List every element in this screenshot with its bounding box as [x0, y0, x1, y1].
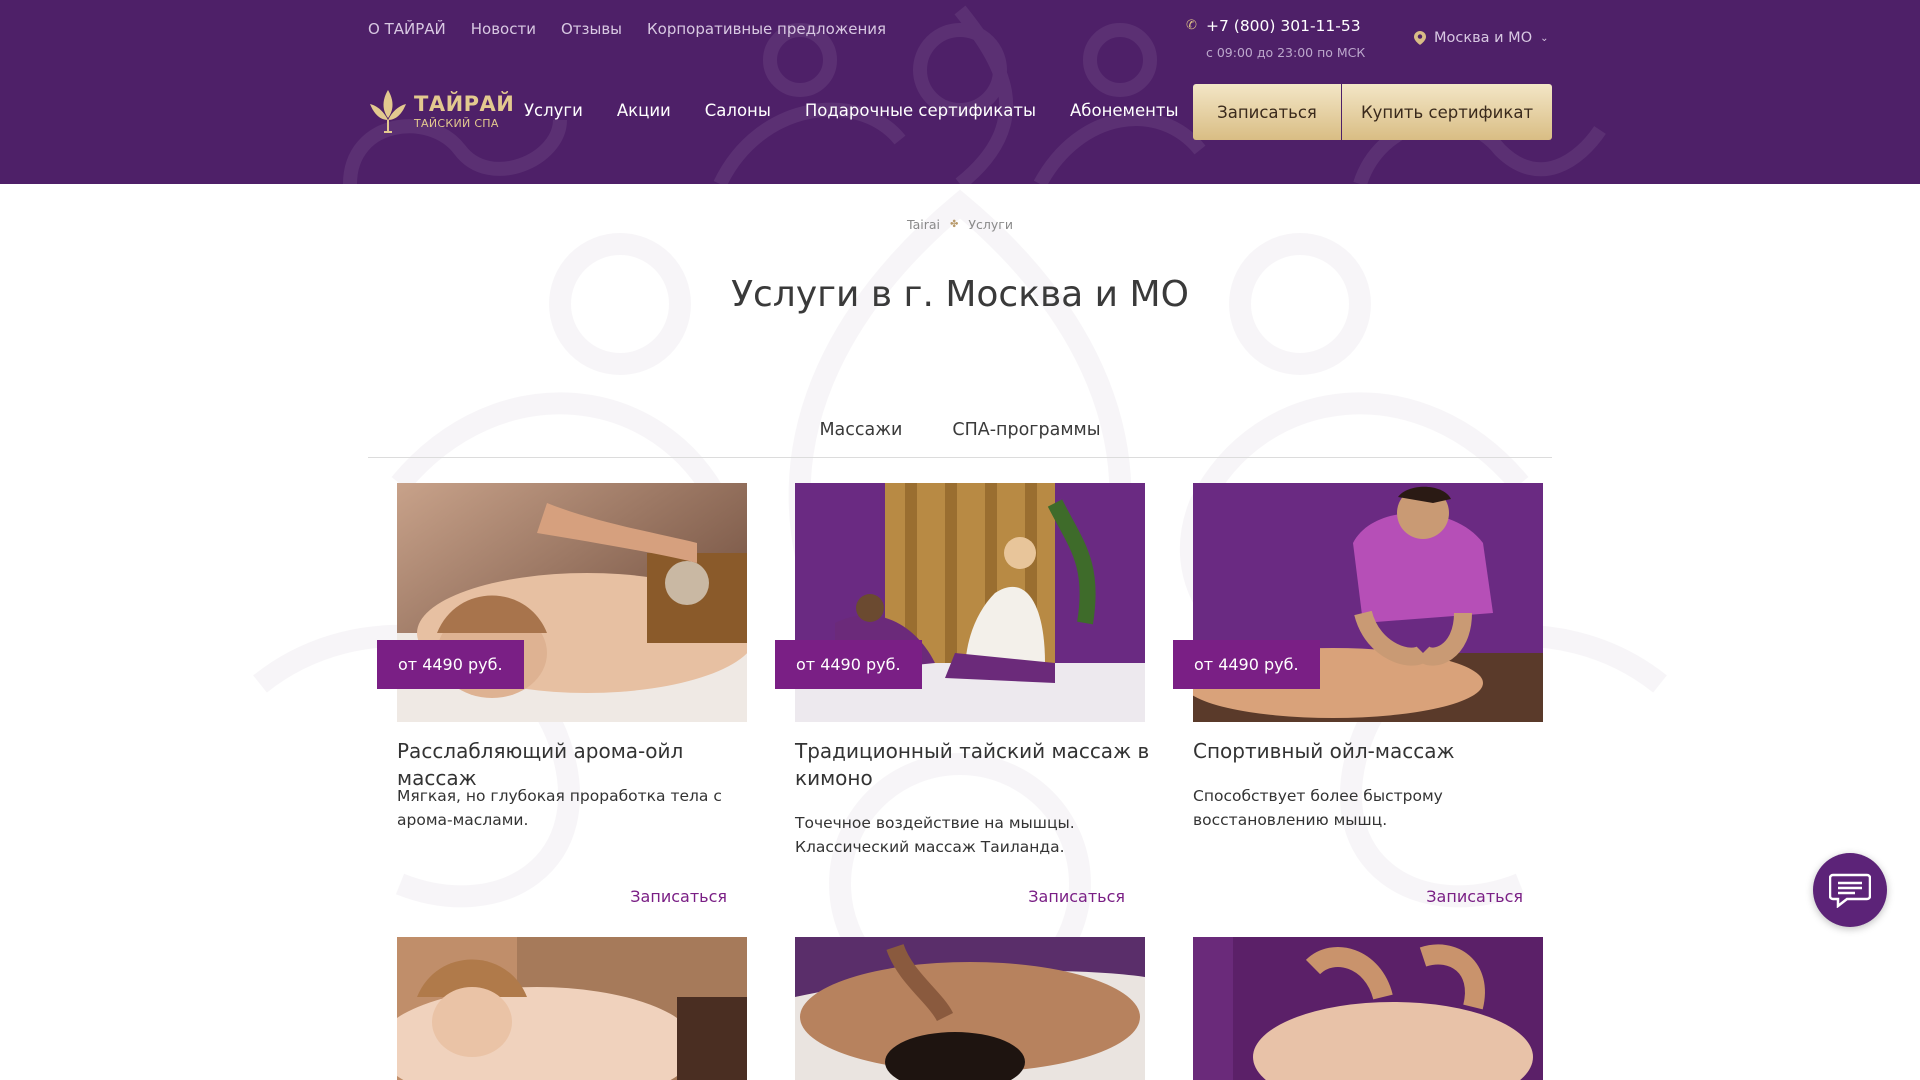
tab-spa-programs[interactable]: СПА-программы — [952, 418, 1100, 457]
top-link-news[interactable]: Новости — [471, 20, 536, 38]
service-image[interactable] — [397, 937, 747, 1080]
breadcrumb-current: Услуги — [968, 217, 1013, 232]
logo-subtitle: ТАЙСКИЙ СПА — [414, 116, 499, 130]
top-link-about[interactable]: О ТАЙРАЙ — [368, 20, 446, 38]
category-tabs: Массажи СПА-программы — [368, 418, 1552, 458]
service-title[interactable]: Спортивный ойл-массаж — [1193, 738, 1553, 765]
nav-promotions[interactable]: Акции — [617, 101, 671, 120]
book-service-link[interactable]: Записаться — [1028, 887, 1125, 906]
massage-photo — [397, 937, 747, 1080]
phone-icon: ✆ — [1186, 18, 1197, 33]
chevron-down-icon: ⌄ — [1540, 32, 1549, 44]
city-selector[interactable]: Москва и МО ⌄ — [1414, 30, 1549, 46]
breadcrumb: Tairai ✤ Услуги — [0, 217, 1920, 232]
price-badge: от 4490 руб. — [775, 640, 922, 689]
location-pin-icon — [1414, 31, 1426, 45]
book-service-link[interactable]: Записаться — [630, 887, 727, 906]
book-service-link[interactable]: Записаться — [1426, 887, 1523, 906]
header-ornament — [343, 5, 1606, 184]
service-card[interactable]: от 4490 руб. Расслабляющий арома-ойл мас… — [377, 483, 747, 913]
massage-photo — [1193, 937, 1543, 1080]
service-card[interactable]: от 4490 руб. Традиционный тайский массаж… — [775, 483, 1149, 913]
massage-photo — [795, 937, 1145, 1080]
service-image[interactable] — [795, 937, 1145, 1080]
buy-certificate-button[interactable]: Купить сертификат — [1342, 84, 1552, 140]
price-badge: от 4490 руб. — [1173, 640, 1320, 689]
nav-services[interactable]: Услуги — [524, 101, 583, 120]
chat-button[interactable] — [1813, 853, 1887, 927]
service-description: Способствует более быстрому восстановлен… — [1193, 787, 1443, 829]
price-badge: от 4490 руб. — [377, 640, 524, 689]
service-title[interactable]: Традиционный тайский массаж в кимоно — [795, 738, 1155, 792]
phone-number[interactable]: +7 (800) 301-11-53 — [1206, 17, 1361, 35]
page-title: Услуги в г. Москва и МО — [731, 274, 1189, 315]
top-links: О ТАЙРАЙ Новости Отзывы Корпоративные пр… — [368, 20, 886, 38]
breadcrumb-home[interactable]: Tairai — [907, 217, 940, 232]
top-link-corporate[interactable]: Корпоративные предложения — [647, 20, 886, 38]
book-button[interactable]: Записаться — [1193, 84, 1341, 140]
nav-salons[interactable]: Салоны — [705, 101, 771, 120]
main-nav: Услуги Акции Салоны Подарочные сертифика… — [524, 101, 1179, 120]
service-description: Точечное воздействие на мышцы. Классичес… — [795, 814, 1075, 856]
service-description: Мягкая, но глубокая проработка тела с ар… — [397, 787, 722, 829]
working-hours: с 09:00 до 23:00 по МСК — [1206, 45, 1366, 60]
top-link-reviews[interactable]: Отзывы — [561, 20, 622, 38]
city-name[interactable]: Москва и МО — [1434, 30, 1532, 46]
service-card[interactable]: от 4490 руб. Спортивный ойл-массаж Спосо… — [1173, 483, 1543, 913]
service-image[interactable] — [1193, 937, 1543, 1080]
site-header: О ТАЙРАЙ Новости Отзывы Корпоративные пр… — [0, 0, 1920, 184]
logo[interactable]: ТАЙРАЙ ТАЙСКИЙ СПА — [368, 88, 514, 134]
nav-gift-certificates[interactable]: Подарочные сертификаты — [805, 101, 1036, 120]
nav-subscriptions[interactable]: Абонементы — [1070, 101, 1179, 120]
lotus-separator-icon: ✤ — [950, 219, 959, 230]
tab-massages[interactable]: Массажи — [819, 418, 902, 457]
lotus-logo-icon — [370, 90, 406, 133]
chat-icon — [1829, 873, 1871, 908]
phone-block[interactable]: ✆ +7 (800) 301-11-53 — [1186, 17, 1361, 35]
logo-name: ТАЙРАЙ — [414, 91, 515, 116]
